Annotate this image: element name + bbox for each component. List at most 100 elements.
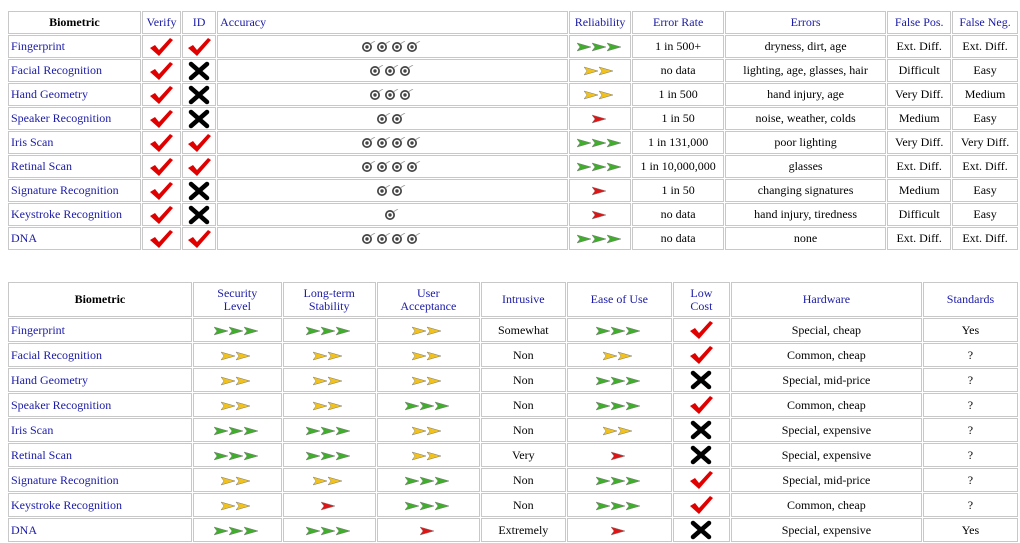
col-reliability: Reliability — [568, 11, 632, 34]
biometric-name: Keystroke Recognition — [8, 203, 141, 226]
false-neg-cell: Easy — [952, 59, 1018, 82]
checkmark-icon — [150, 205, 174, 224]
verify-cell — [141, 59, 182, 82]
intrusive-cell: Very — [480, 443, 566, 467]
reliability-cell — [568, 83, 632, 106]
low-cost-cell — [673, 343, 730, 367]
checkmark-icon — [690, 321, 714, 339]
biometric-name: Retinal Scan — [8, 443, 192, 467]
arrow-rating-icon — [313, 401, 344, 411]
acceptance-cell — [376, 318, 480, 342]
security-cell — [192, 443, 282, 467]
x-mark-icon — [188, 181, 210, 200]
acceptance-cell — [376, 368, 480, 392]
table-row: Iris Scan 1 in 131,000 poor lighting Very D… — [8, 131, 1018, 154]
hardware-cell: Special, mid-price — [730, 468, 922, 492]
x-mark-icon — [691, 370, 712, 390]
false-pos-cell: Medium — [887, 107, 952, 130]
errors-cell: lighting, age, glasses, hair — [724, 59, 887, 82]
security-cell — [192, 318, 282, 342]
col-hardware: Hardware — [730, 282, 922, 317]
id-cell — [182, 131, 217, 154]
arrow-rating-icon — [576, 234, 622, 244]
checkmark-icon — [150, 85, 174, 104]
error-rate-cell: 1 in 131,000 — [632, 131, 724, 154]
arrow-rating-icon — [610, 526, 626, 535]
hardware-cell: Special, mid-price — [730, 368, 922, 392]
false-pos-cell: Difficult — [887, 203, 952, 226]
ease-cell — [566, 518, 673, 542]
errors-cell: glasses — [724, 155, 887, 178]
reliability-cell — [568, 155, 632, 178]
verify-cell — [141, 179, 182, 202]
arrow-rating-icon — [313, 476, 344, 486]
accuracy-target-icon — [362, 137, 421, 149]
standards-cell: ? — [922, 493, 1018, 517]
table-row: Hand Geometry Non Special, mid-price? — [8, 368, 1018, 392]
biometric-name: Retinal Scan — [8, 155, 141, 178]
col-security-line1: Security — [217, 285, 258, 300]
accuracy-target-icon — [369, 89, 414, 101]
ease-cell — [566, 343, 673, 367]
x-mark-icon — [188, 109, 210, 128]
security-cell — [192, 343, 282, 367]
arrow-rating-icon — [313, 351, 344, 361]
checkmark-icon — [690, 396, 714, 414]
checkmark-icon — [150, 37, 174, 56]
acceptance-cell — [376, 393, 480, 417]
biometric-name: Speaker Recognition — [8, 107, 141, 130]
arrow-rating-icon — [595, 401, 641, 411]
table1-header-row: Biometric Verify ID Accuracy Reliability… — [8, 11, 1018, 34]
table-row: Speaker Recognition Non Common, cheap? — [8, 393, 1018, 417]
col-errors: Errors — [724, 11, 887, 34]
ease-cell — [566, 443, 673, 467]
biometric-name: Iris Scan — [8, 131, 141, 154]
id-cell — [182, 179, 217, 202]
accuracy-target-icon — [384, 209, 399, 221]
reliability-cell — [568, 107, 632, 130]
biometric-name: Facial Recognition — [8, 59, 141, 82]
biometric-name: Fingerprint — [8, 35, 141, 58]
errors-cell: none — [724, 227, 887, 250]
hardware-cell: Common, cheap — [730, 343, 922, 367]
accuracy-cell — [217, 131, 568, 154]
checkmark-icon — [150, 133, 174, 152]
accuracy-target-icon — [369, 65, 414, 77]
arrow-rating-icon — [576, 42, 622, 52]
biometric-name: Hand Geometry — [8, 368, 192, 392]
security-cell — [192, 493, 282, 517]
checkmark-icon — [690, 471, 714, 489]
col-acceptance-line2: Acceptance — [400, 298, 457, 313]
biometric-name: Iris Scan — [8, 418, 192, 442]
arrow-rating-icon — [313, 376, 344, 386]
ease-cell — [566, 468, 673, 492]
table-row: Iris Scan Non Special, expensive? — [8, 418, 1018, 442]
accuracy-target-icon — [377, 113, 406, 125]
checkmark-icon — [188, 157, 212, 176]
reliability-cell — [568, 203, 632, 226]
x-mark-icon — [691, 420, 712, 440]
col-low-cost: Low Cost — [673, 282, 730, 317]
errors-cell: hand injury, age — [724, 83, 887, 106]
standards-cell: ? — [922, 418, 1018, 442]
arrow-rating-icon — [412, 326, 443, 336]
biometric-name: Facial Recognition — [8, 343, 192, 367]
arrow-rating-icon — [584, 66, 615, 76]
col-acceptance-line1: User — [416, 285, 440, 300]
error-rate-cell: 1 in 10,000,000 — [632, 155, 724, 178]
false-pos-cell: Ext. Diff. — [887, 155, 952, 178]
arrow-rating-icon — [595, 376, 641, 386]
ease-cell — [566, 418, 673, 442]
acceptance-cell — [376, 343, 480, 367]
low-cost-cell — [673, 518, 730, 542]
stability-cell — [282, 518, 376, 542]
arrow-rating-icon — [221, 351, 252, 361]
accuracy-cell — [217, 227, 568, 250]
checkmark-icon — [150, 157, 174, 176]
error-rate-cell: no data — [632, 227, 724, 250]
col-security-level: Security Level — [192, 282, 282, 317]
col-accuracy: Accuracy — [217, 11, 568, 34]
low-cost-cell — [673, 443, 730, 467]
acceptance-cell — [376, 468, 480, 492]
biometric-name: Speaker Recognition — [8, 393, 192, 417]
